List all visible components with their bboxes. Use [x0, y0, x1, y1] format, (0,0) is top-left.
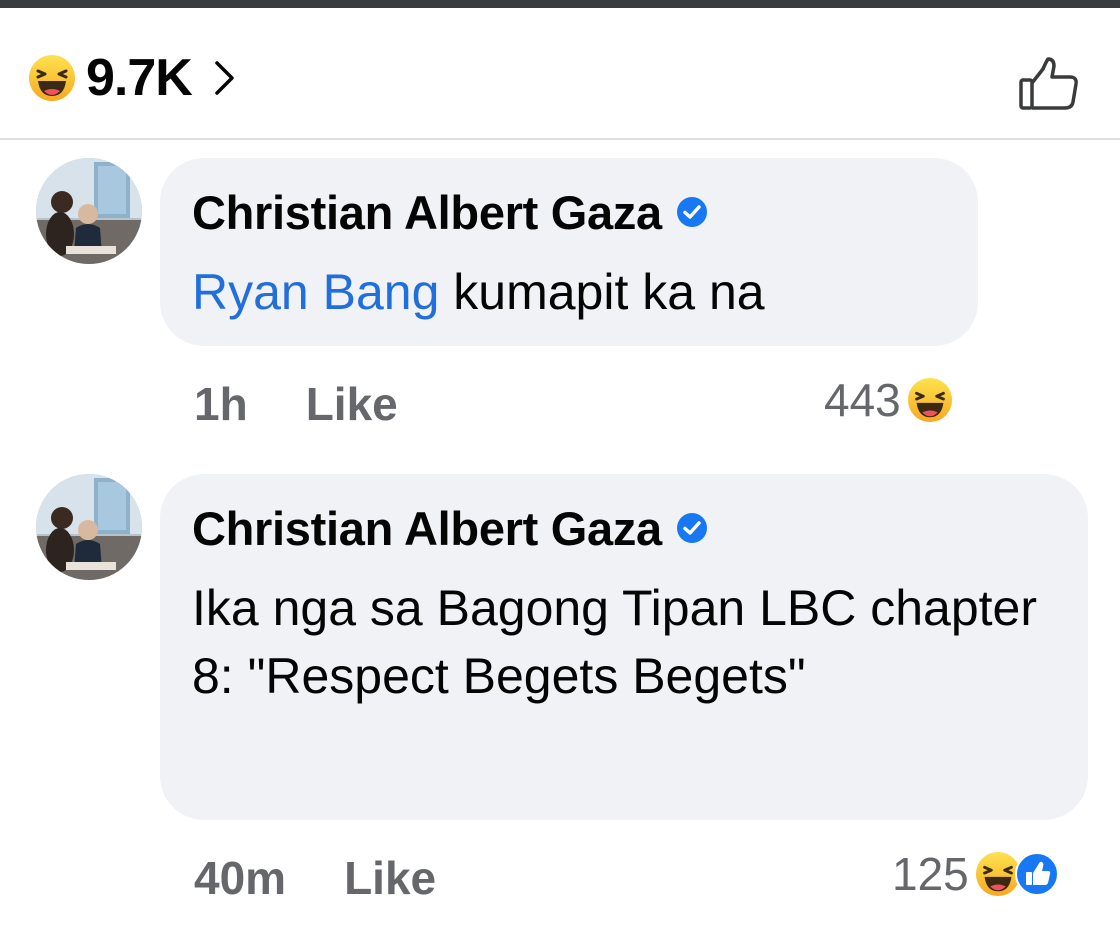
comment-meta: 40m Like — [194, 848, 436, 908]
top-edge — [0, 0, 1120, 8]
comment-bubble: Christian Albert Gaza Ika nga sa Bagong … — [160, 474, 1088, 820]
comment-bubble: Christian Albert Gaza Ryan Bang kumapit … — [160, 158, 978, 346]
comment-time[interactable]: 40m — [194, 851, 286, 905]
thumbs-up-outline-icon[interactable] — [1018, 56, 1080, 112]
comment-reaction-count: 443 — [824, 374, 901, 426]
like-icon — [1014, 852, 1059, 896]
mention-link[interactable]: Ryan Bang — [192, 264, 439, 320]
reactions-total: 9.7K — [86, 49, 193, 107]
commenter-avatar[interactable] — [36, 158, 142, 264]
comment-meta: 1h Like — [194, 376, 398, 432]
verified-badge-icon — [676, 196, 708, 228]
haha-icon — [907, 377, 952, 423]
comment-text: Ryan Bang kumapit ka na — [192, 264, 765, 320]
comment-author[interactable]: Christian Albert Gaza — [192, 185, 662, 240]
reactions-summary[interactable]: 9.7K — [28, 48, 236, 108]
comment-reaction-count: 125 — [892, 848, 969, 900]
comment-time[interactable]: 1h — [194, 377, 248, 431]
chevron-right-icon — [214, 60, 236, 96]
comment-like-button[interactable]: Like — [344, 851, 436, 905]
reactions-header: 9.7K — [0, 8, 1120, 140]
comment-reactions[interactable]: 443 — [824, 372, 953, 428]
comment-author[interactable]: Christian Albert Gaza — [192, 501, 662, 556]
comment-like-button[interactable]: Like — [306, 377, 398, 431]
haha-icon — [29, 55, 75, 101]
comment-text: Ika nga sa Bagong Tipan LBC chapter 8: "… — [192, 580, 1038, 704]
verified-badge-icon — [676, 512, 708, 544]
comment-reactions[interactable]: 125 — [892, 844, 1059, 904]
commenter-avatar[interactable] — [36, 474, 142, 580]
